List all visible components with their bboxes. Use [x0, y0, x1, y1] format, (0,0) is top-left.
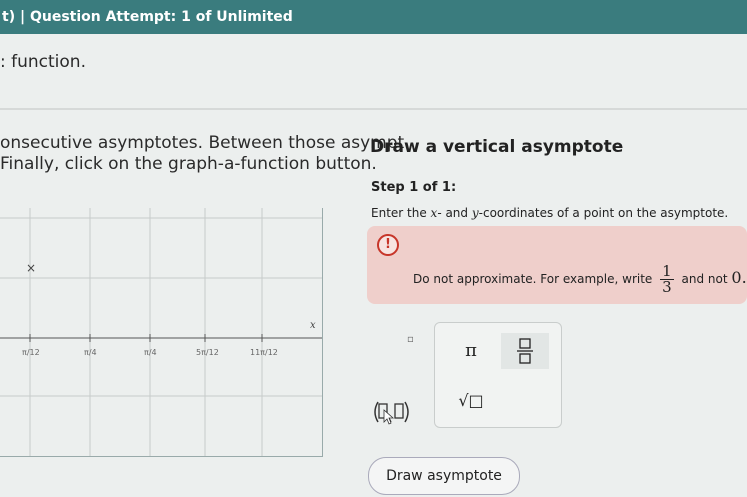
cursor-icon [383, 409, 395, 425]
math-keypad: π √□ [434, 322, 562, 428]
svg-text:×: × [26, 261, 36, 275]
fraction-key[interactable] [501, 333, 549, 369]
alert-icon: ! [377, 234, 399, 256]
sqrt-key[interactable]: √□ [447, 383, 495, 419]
attempt-title: t) | Question Attempt: 1 of Unlimited [2, 9, 293, 25]
graph-area[interactable]: × x π/12 π/4 π/4 5π/12 11π/12 [0, 208, 323, 457]
ordered-pair-icon [374, 401, 409, 425]
tick-label: π/4 [84, 348, 97, 357]
step-label: Step 1 of 1: [371, 180, 457, 195]
panel-title: Draw a vertical asymptote [370, 137, 624, 157]
tick-label: 11π/12 [250, 348, 278, 357]
example-fraction: 13 [660, 262, 674, 296]
instruction-line-1: : function. [0, 52, 86, 72]
ordered-pair-button[interactable] [370, 398, 414, 426]
hint-box: ! Do not approximate. For example, write… [367, 226, 747, 304]
instruction-line-2: onsecutive asymptotes. Between those asy… [0, 133, 405, 153]
step-instruction: Enter the x- and y-coordinates of a poin… [371, 206, 729, 220]
tick-mark: ▫ [407, 334, 414, 345]
draw-asymptote-button[interactable]: Draw asymptote [368, 457, 520, 495]
question-header: t) | Question Attempt: 1 of Unlimited [0, 0, 747, 34]
pi-key[interactable]: π [447, 333, 495, 369]
hint-text: Do not approximate. For example, write 1… [413, 262, 747, 296]
tick-label: π/12 [22, 348, 40, 357]
graph-grid: × [0, 208, 322, 456]
tick-label: 5π/12 [196, 348, 219, 357]
x-axis-label: x [310, 320, 316, 331]
fraction-icon [517, 338, 533, 364]
instruction-line-3: Finally, click on the graph-a-function b… [0, 154, 377, 174]
tick-label: π/4 [144, 348, 157, 357]
section-divider [0, 108, 747, 110]
